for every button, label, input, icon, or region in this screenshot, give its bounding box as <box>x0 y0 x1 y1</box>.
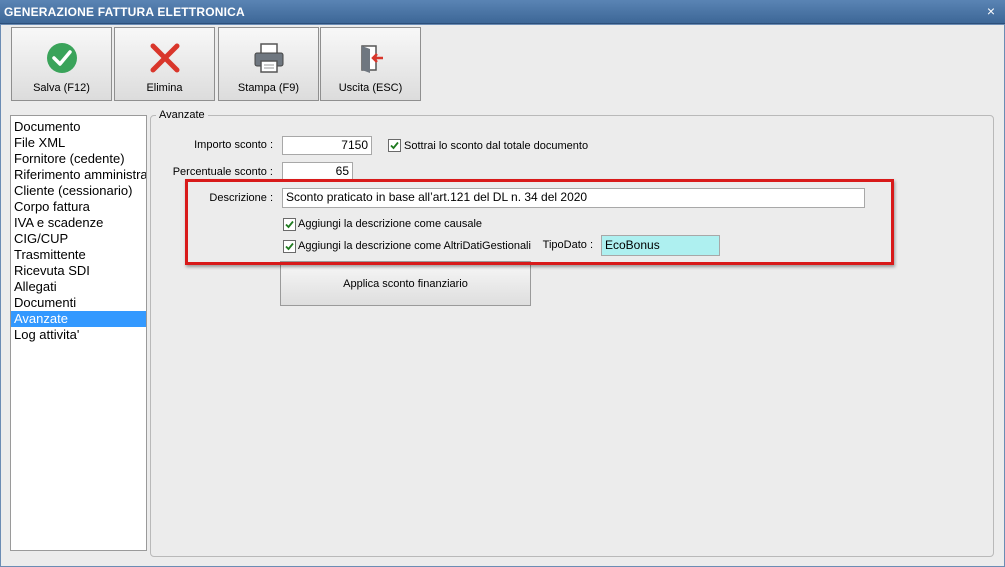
importo-sconto-label: Importo sconto : <box>194 139 273 151</box>
section-list[interactable]: Documento File XML Fornitore (cedente) R… <box>10 115 147 551</box>
importo-sconto-input[interactable]: 7150 <box>282 136 372 155</box>
sottrai-sconto-label: Sottrai lo sconto dal totale documento <box>404 140 589 152</box>
nav-item-ricevuta-sdi[interactable]: Ricevuta SDI <box>11 263 146 279</box>
nav-item-fornitore[interactable]: Fornitore (cedente) <box>11 151 146 167</box>
nav-item-log-attivita[interactable]: Log attivita' <box>11 327 146 343</box>
panel-title: Avanzate <box>156 109 208 121</box>
save-button-label: Salva (F12) <box>33 82 90 94</box>
exit-button-label: Uscita (ESC) <box>338 82 403 94</box>
check-circle-icon <box>44 40 80 76</box>
nav-item-corpo-fattura[interactable]: Corpo fattura <box>11 199 146 215</box>
nav-item-cig-cup[interactable]: CIG/CUP <box>11 231 146 247</box>
printer-icon <box>251 40 287 76</box>
nav-item-riferimento-amministrativo[interactable]: Riferimento amministrativo <box>11 167 146 183</box>
nav-item-avanzate[interactable]: Avanzate <box>11 311 146 327</box>
nav-item-trasmittente[interactable]: Trasmittente <box>11 247 146 263</box>
title-bar: GENERAZIONE FATTURA ELETTRONICA × <box>0 0 1005 24</box>
sottrai-sconto-checkbox[interactable] <box>388 139 401 152</box>
nav-item-documento[interactable]: Documento <box>11 119 146 135</box>
delete-button-label: Elimina <box>146 82 183 94</box>
nav-item-allegati[interactable]: Allegati <box>11 279 146 295</box>
print-button[interactable]: Stampa (F9) <box>218 27 319 101</box>
window-title: GENERAZIONE FATTURA ELETTRONICA <box>4 5 245 19</box>
delete-button[interactable]: Elimina <box>114 27 215 101</box>
close-button[interactable]: × <box>983 3 999 19</box>
nav-item-file-xml[interactable]: File XML <box>11 135 146 151</box>
print-button-label: Stampa (F9) <box>237 82 300 94</box>
percentuale-sconto-label: Percentuale sconto : <box>172 166 273 178</box>
nav-item-documenti[interactable]: Documenti <box>11 295 146 311</box>
highlight-box <box>185 179 894 265</box>
save-button[interactable]: Salva (F12) <box>11 27 112 101</box>
x-icon <box>147 40 183 76</box>
applica-sconto-button[interactable]: Applica sconto finanziario <box>280 261 531 306</box>
exit-door-icon <box>353 40 389 76</box>
exit-button[interactable]: Uscita (ESC) <box>320 27 421 101</box>
nav-item-cliente[interactable]: Cliente (cessionario) <box>11 183 146 199</box>
nav-item-iva-scadenze[interactable]: IVA e scadenze <box>11 215 146 231</box>
